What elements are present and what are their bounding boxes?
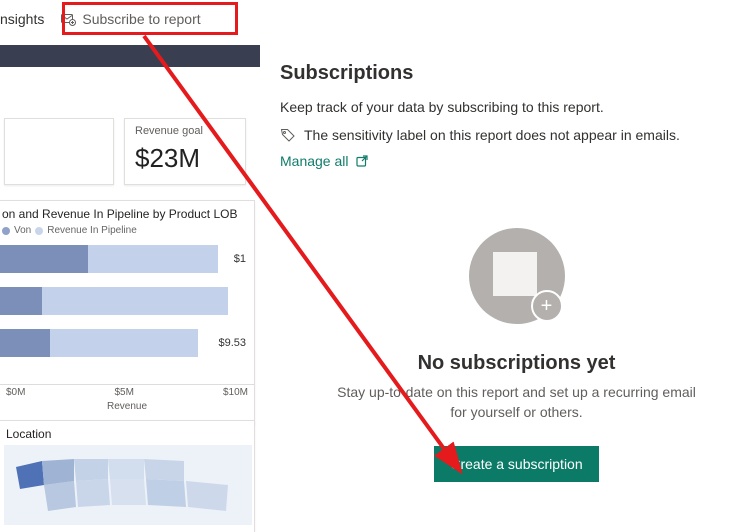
insights-tab-partial[interactable]: nsights: [0, 11, 48, 27]
report-preview-column: nsights Subscribe to report Revenue goal…: [0, 0, 260, 520]
bar-segment-won: [0, 287, 42, 315]
open-external-icon: [355, 154, 369, 168]
legend-pipeline-label: Revenue In Pipeline: [47, 225, 137, 236]
manage-all-row: Manage all: [280, 153, 743, 169]
chart-x-axis: $0M $5M $10M Revenue: [0, 384, 254, 414]
location-map-card[interactable]: Location: [0, 420, 255, 532]
bar-value-label: $9.53: [216, 337, 248, 349]
bar-segment-won: [0, 245, 88, 273]
create-subscription-button[interactable]: Create a subscription: [434, 446, 598, 482]
subscriptions-panel: Subscriptions Keep track of your data by…: [280, 0, 753, 520]
report-toolbar: nsights Subscribe to report: [0, 0, 260, 37]
kpi-title: Revenue goal: [135, 125, 235, 137]
kpi-tile-revenue-goal[interactable]: Revenue goal $23M: [124, 118, 246, 185]
chart-legend: Von Revenue In Pipeline: [0, 225, 254, 236]
subscribe-button-label: Subscribe to report: [82, 11, 200, 27]
bar-segment-pipeline: [88, 245, 218, 273]
bar-row: [0, 286, 254, 316]
bar-segment-pipeline: [50, 329, 198, 357]
bar-row: $1: [0, 244, 254, 274]
bar-value-label: $1: [232, 253, 248, 265]
us-map-icon: [4, 445, 252, 525]
bar-row: $9.53: [0, 328, 254, 358]
legend-won-label: Von: [14, 225, 31, 236]
bar-segment-won: [0, 329, 50, 357]
empty-state-title: No subscriptions yet: [337, 352, 697, 375]
kpi-tiles-row: Revenue goal $23M: [4, 118, 246, 185]
empty-state-description: Stay up-to-date on this report and set u…: [337, 383, 697, 422]
legend-swatch-pipeline: [35, 227, 43, 235]
axis-tick: $10M: [223, 387, 248, 414]
kpi-tile-blank: [4, 118, 114, 185]
subscribe-to-report-button[interactable]: Subscribe to report: [54, 9, 206, 29]
sensitivity-notice-text: The sensitivity label on this report doe…: [304, 127, 680, 143]
subscribe-icon: [60, 11, 76, 27]
chart-title: on and Revenue In Pipeline by Product LO…: [0, 207, 254, 221]
plus-icon: +: [531, 290, 563, 322]
tag-icon: [280, 127, 296, 143]
pipeline-bar-chart-card[interactable]: on and Revenue In Pipeline by Product LO…: [0, 200, 255, 425]
report-header-stripe: [0, 45, 260, 67]
sensitivity-notice-row: The sensitivity label on this report doe…: [280, 127, 743, 143]
axis-tick: $0M: [6, 387, 25, 414]
empty-state: + No subscriptions yet Stay up-to-date o…: [337, 228, 697, 482]
chart-bar-area: $1 $9.53: [0, 244, 254, 384]
map-title: Location: [6, 427, 250, 441]
panel-description: Keep track of your data by subscribing t…: [280, 99, 743, 115]
axis-label: Revenue: [107, 401, 147, 412]
kpi-value: $23M: [135, 143, 235, 174]
legend-swatch-won: [2, 227, 10, 235]
bar-segment-pipeline: [42, 287, 228, 315]
manage-all-link[interactable]: Manage all: [280, 153, 349, 169]
empty-state-icon: +: [469, 228, 565, 324]
panel-heading: Subscriptions: [280, 62, 743, 85]
